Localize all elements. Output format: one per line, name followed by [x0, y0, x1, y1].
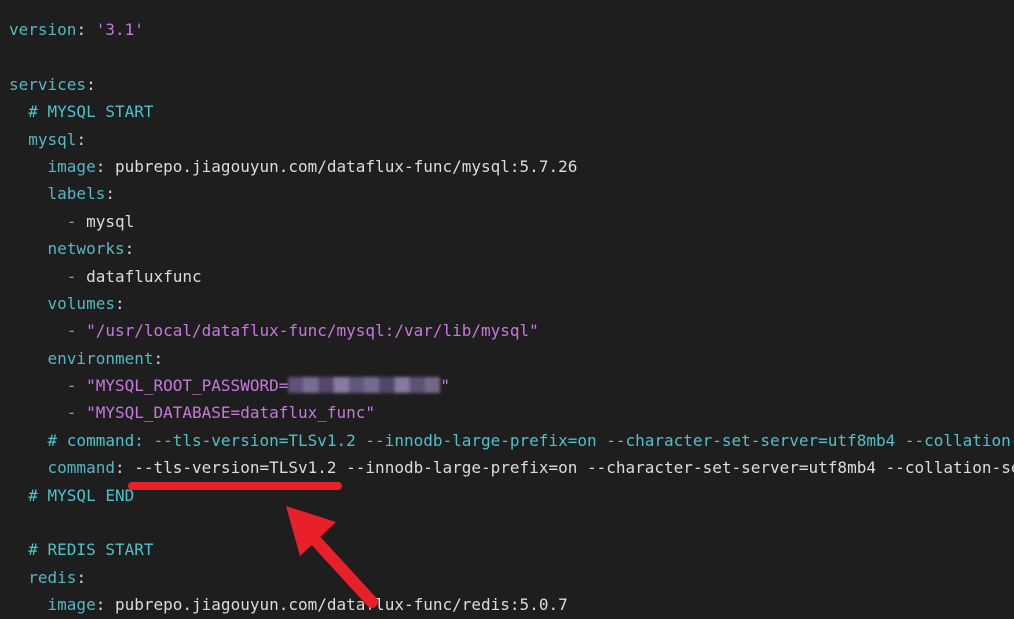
yaml-key: mysql — [28, 129, 77, 149]
yaml-value: pubrepo.jiagouyun.com/dataflux-func/mysq… — [114, 156, 578, 176]
yaml-separator: : — [105, 184, 115, 204]
list-dash: - — [66, 321, 87, 341]
yaml-separator: : — [76, 129, 87, 149]
yaml-code-block[interactable]: version: '3.1' services: # MYSQL START m… — [9, 16, 1014, 619]
list-dash: - — [66, 403, 87, 423]
code-line[interactable]: # command: --tls-version=TLSv1.2 --innod… — [9, 427, 1014, 454]
yaml-key: networks — [47, 239, 125, 259]
code-line[interactable]: mysql: — [9, 126, 1014, 153]
code-line[interactable] — [9, 509, 1014, 536]
yaml-value: "MYSQL_ROOT_PASSWORD= — [86, 376, 289, 396]
yaml-value: "MYSQL_DATABASE=dataflux_func" — [86, 403, 376, 423]
yaml-separator: : — [95, 595, 115, 615]
code-line[interactable]: - "MYSQL_ROOT_PASSWORD= " — [9, 372, 1014, 399]
code-editor[interactable]: version: '3.1' services: # MYSQL START m… — [0, 0, 1014, 619]
yaml-key: environment — [47, 348, 154, 368]
code-line[interactable]: labels: — [9, 180, 1014, 207]
code-line[interactable]: - "/usr/local/dataflux-func/mysql:/var/l… — [9, 317, 1014, 344]
yaml-separator: : — [76, 567, 87, 587]
code-line[interactable]: image: pubrepo.jiagouyun.com/dataflux-fu… — [9, 153, 1014, 180]
list-dash: - — [66, 211, 87, 231]
yaml-key: image — [47, 595, 96, 615]
yaml-separator: : — [114, 293, 125, 313]
yaml-value: " — [440, 376, 450, 396]
yaml-value: mysql — [86, 211, 135, 231]
code-line[interactable]: networks: — [9, 235, 1014, 262]
yaml-value: --tls-version=TLSv1.2 --innodb-large-pre… — [134, 458, 1014, 478]
code-line[interactable]: - "MYSQL_DATABASE=dataflux_func" — [9, 399, 1014, 426]
yaml-key: labels — [47, 184, 106, 204]
yaml-value: datafluxfunc — [86, 266, 202, 286]
yaml-key: services — [9, 74, 87, 94]
code-line[interactable]: # REDIS START — [9, 536, 1014, 563]
yaml-comment: # MYSQL START — [28, 102, 154, 122]
code-line[interactable]: services: — [9, 71, 1014, 98]
code-line[interactable]: image: pubrepo.jiagouyun.com/dataflux-fu… — [9, 591, 1014, 618]
code-line[interactable]: redis: — [9, 564, 1014, 591]
code-line[interactable]: # MYSQL START — [9, 98, 1014, 125]
red-arrow-icon — [286, 506, 378, 608]
yaml-key: command — [47, 458, 115, 478]
yaml-comment: # MYSQL END — [28, 485, 135, 505]
code-line[interactable]: environment: — [9, 345, 1014, 372]
yaml-separator: : — [86, 74, 96, 94]
yaml-value: '3.1' — [95, 20, 144, 39]
yaml-key: redis — [28, 567, 77, 587]
redacted-password-blur — [288, 377, 441, 394]
yaml-key: volumes — [47, 293, 115, 313]
yaml-separator: : — [76, 20, 96, 39]
code-line[interactable]: volumes: — [9, 290, 1014, 317]
list-dash: - — [66, 266, 87, 286]
yaml-separator: : — [124, 239, 135, 259]
list-dash: - — [66, 376, 87, 396]
code-line[interactable]: version: '3.1' — [9, 16, 1014, 43]
red-underline-highlight — [128, 482, 342, 490]
yaml-key: version — [9, 20, 77, 39]
yaml-value: "/usr/local/dataflux-func/mysql:/var/lib… — [86, 321, 539, 341]
yaml-key: image — [47, 156, 96, 176]
yaml-separator: : — [153, 348, 164, 368]
yaml-separator: : — [95, 156, 115, 176]
code-line[interactable]: - datafluxfunc — [9, 263, 1014, 290]
yaml-comment: # REDIS START — [28, 540, 154, 560]
yaml-comment: # command: --tls-version=TLSv1.2 --innod… — [47, 430, 1014, 450]
yaml-separator: : — [114, 458, 135, 478]
code-line[interactable]: - mysql — [9, 208, 1014, 235]
code-line[interactable]: command: --tls-version=TLSv1.2 --innodb-… — [9, 454, 1014, 481]
code-line[interactable] — [9, 43, 1014, 70]
